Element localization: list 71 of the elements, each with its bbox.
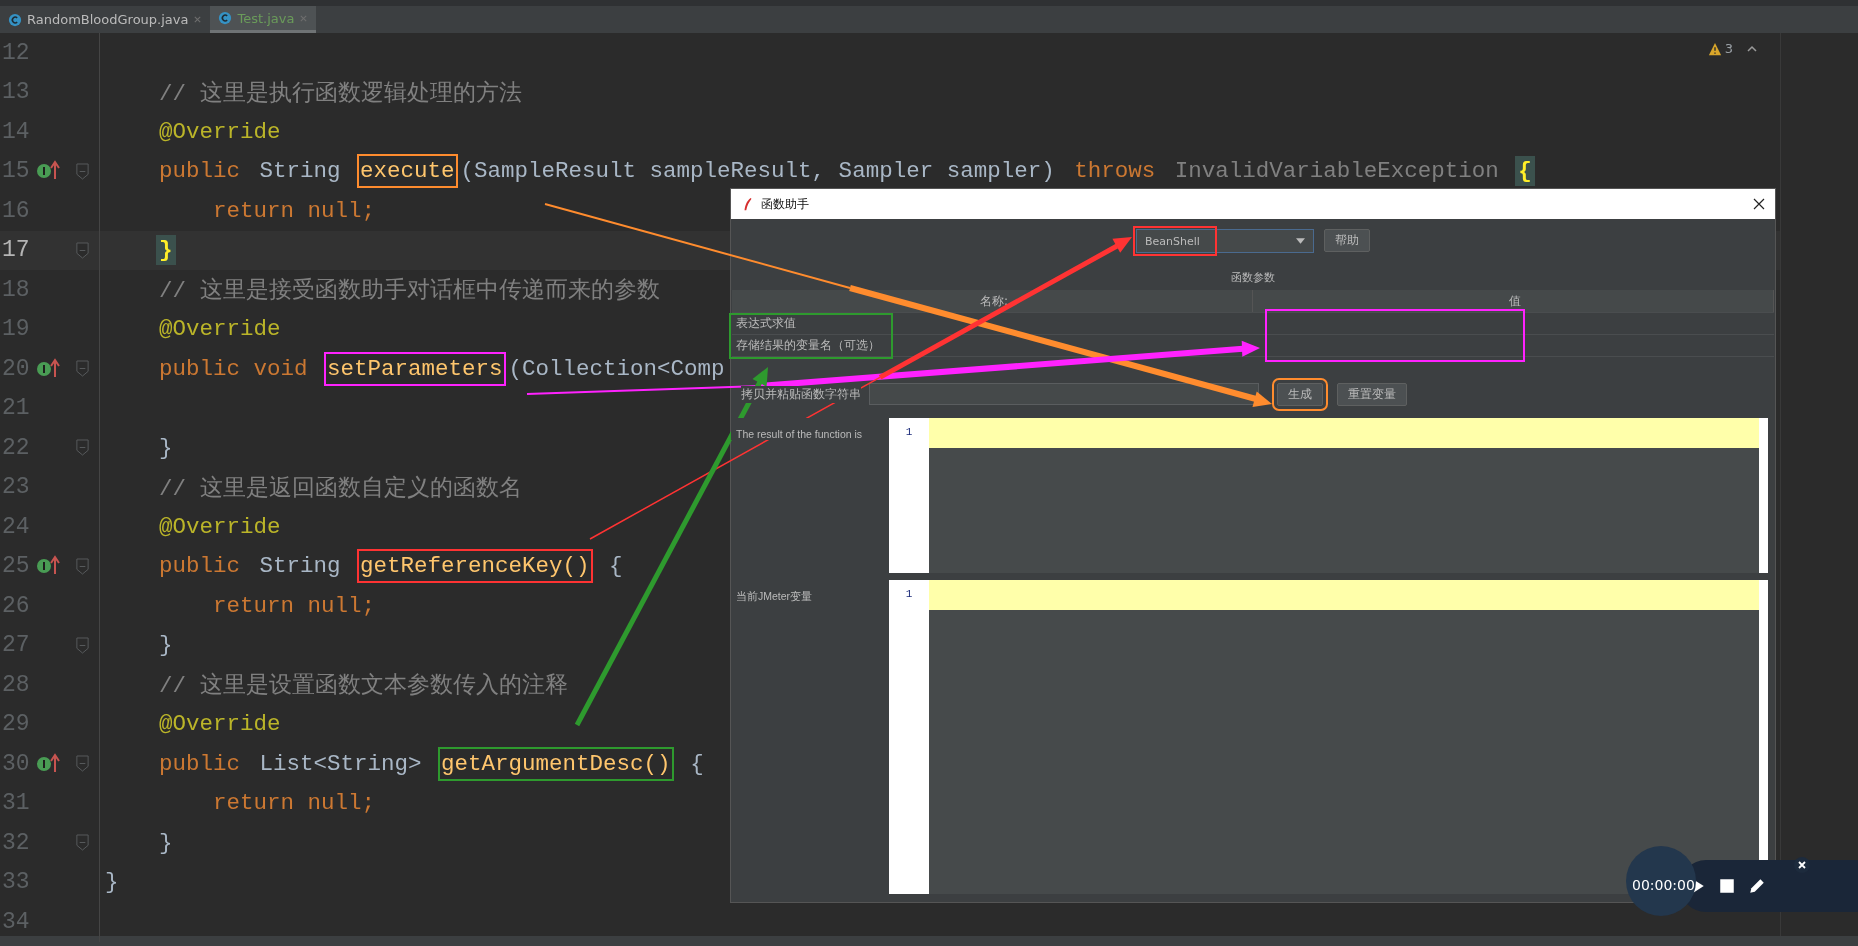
code-line: @Override — [158, 118, 282, 145]
line-number: 21 — [1, 395, 31, 422]
code-line: // 这里是返回函数自定义的函数名 — [158, 474, 523, 503]
help-button[interactable]: 帮助 — [1324, 229, 1370, 252]
class-icon — [218, 11, 233, 25]
line-number: 1 — [904, 587, 914, 600]
file-tab[interactable]: RandomBloodGroup.java — [0, 6, 211, 33]
code-line: return null; — [212, 592, 377, 619]
line-number: 16 — [1, 197, 31, 224]
line-number: 1 — [904, 425, 914, 438]
line-number: 18 — [1, 276, 31, 303]
line-number: 29 — [1, 711, 31, 738]
line-number: 28 — [1, 671, 31, 698]
table-cell-text: 表达式求值 — [735, 315, 797, 332]
line-number: 23 — [1, 474, 31, 501]
code-line: return null; — [212, 197, 377, 224]
fold-icon[interactable] — [75, 359, 90, 379]
code-line: } — [158, 632, 174, 659]
fold-icon[interactable] — [75, 635, 90, 655]
code-line: @Override — [158, 513, 282, 540]
line-number: 27 — [1, 632, 31, 659]
line-number: 19 — [1, 316, 31, 343]
section-label: 函数参数 — [1230, 270, 1276, 286]
line-number: 32 — [1, 829, 31, 856]
fold-icon[interactable] — [75, 833, 90, 853]
code-line: // 这里是接受函数助手对话框中传递而来的参数 — [158, 276, 661, 306]
warning-icon — [1707, 41, 1722, 56]
pencil-icon[interactable] — [1748, 877, 1766, 895]
fold-icon[interactable] — [75, 240, 90, 260]
stop-icon[interactable] — [1718, 877, 1736, 895]
column-header[interactable]: 值 — [1253, 290, 1774, 312]
close-icon[interactable] — [1753, 198, 1765, 210]
line-number: 25 — [1, 553, 31, 580]
text-editor[interactable]: 1 — [889, 418, 1768, 573]
line-number: 15 — [1, 158, 31, 185]
line-number: 13 — [1, 79, 31, 106]
column-header[interactable]: 名称: — [732, 290, 1253, 312]
fold-icon[interactable] — [75, 438, 90, 458]
line-number: 30 — [1, 750, 31, 777]
fold-icon[interactable] — [75, 754, 90, 774]
line-number: 20 — [1, 355, 31, 382]
line-number: 33 — [1, 869, 31, 896]
input-field[interactable] — [869, 383, 1259, 405]
code-line: } — [158, 829, 174, 856]
caret-down-icon — [1296, 238, 1305, 244]
line-number: 31 — [1, 790, 31, 817]
line-number: 26 — [1, 592, 31, 619]
line-number: 14 — [1, 118, 31, 145]
fold-icon[interactable] — [75, 161, 90, 181]
field-label: 拷贝并粘贴函数字符串 — [741, 385, 861, 403]
code-line: } — [158, 434, 174, 461]
timer-text: 00:00:00 — [1632, 877, 1695, 893]
reset-button[interactable]: 重置变量 — [1337, 382, 1407, 406]
line-number: 17 — [1, 237, 31, 264]
line-number: 34 — [1, 908, 31, 935]
code-line: // 这里是执行函数逻辑处理的方法 — [158, 79, 523, 108]
function-dropdown[interactable]: BeanShell — [1136, 229, 1314, 253]
class-icon — [8, 12, 22, 27]
code-line: } — [100, 237, 176, 264]
code-line: return null; — [212, 790, 377, 817]
window-title: 函数助手 — [761, 195, 810, 213]
line-number: 24 — [1, 513, 31, 540]
fold-icon[interactable] — [75, 556, 90, 576]
line-number: 12 — [1, 39, 31, 66]
table-cell-text: 存储结果的变量名（可选） — [735, 337, 881, 354]
code-line: @Override — [158, 711, 282, 738]
line-number: 22 — [1, 434, 31, 461]
code-line: } — [104, 869, 120, 896]
warning-indicator[interactable]: 3 — [1707, 41, 1758, 56]
code-line: // 这里是设置函数文本参数传入的注释 — [158, 671, 569, 701]
code-line: @Override — [158, 316, 282, 343]
